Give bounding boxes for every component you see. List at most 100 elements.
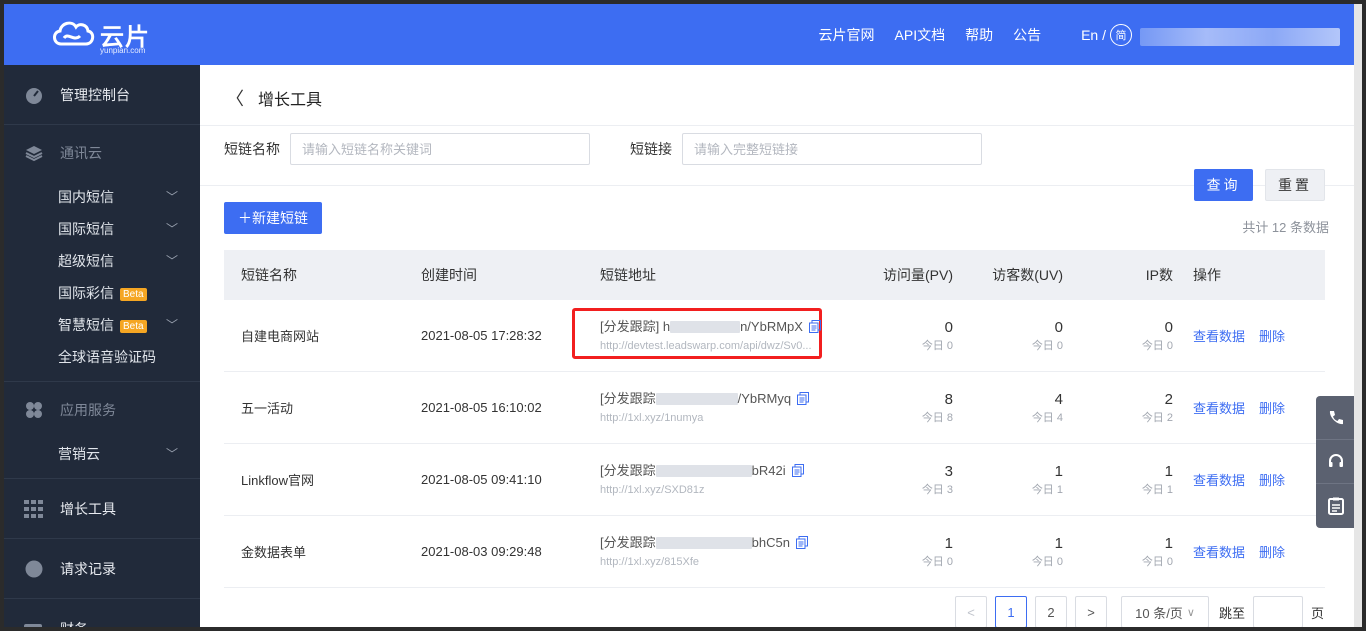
link-name: 五一活动 — [241, 401, 294, 416]
sidebar-label: 增长工具 — [60, 500, 116, 517]
delete-link[interactable]: 删除 — [1259, 401, 1285, 416]
col-url: 短链地址 — [600, 267, 656, 283]
link-name: Linkflow官网 — [241, 473, 314, 488]
record-icon — [24, 559, 44, 579]
sidebar-group-app: 应用服务 营销云 ﹀ — [4, 382, 200, 479]
destination-url[interactable]: http://1xl.xyz/SXD81z — [600, 481, 839, 499]
pv-today: 今日 0 — [921, 339, 953, 352]
jump-page-input[interactable] — [1253, 596, 1304, 627]
uv-cell: 4 今日 4 — [953, 390, 1063, 426]
back-arrow-icon[interactable]: 〈 — [226, 85, 244, 111]
sidebar-item-intl-mms[interactable]: 国际彩信 Beta — [4, 277, 200, 309]
created-time: 2021-08-03 09:29:48 — [421, 544, 542, 559]
op-cell: 查看数据 删除 — [1173, 326, 1325, 345]
headset-icon[interactable] — [1316, 440, 1356, 484]
uv-cell: 1 今日 0 — [953, 534, 1063, 570]
sidebar-group-comm: 通讯云 国内短信 ﹀ 国际短信 ﹀ 超级短信 ﹀ 国际彩信 Beta 智慧短信 Beta ﹀… — [4, 125, 200, 382]
ip-today: 今日 0 — [1141, 555, 1173, 568]
sidebar-item-finance[interactable]: 财务 — [4, 599, 200, 627]
query-button[interactable]: 查询 — [1194, 169, 1253, 201]
view-data-link[interactable]: 查看数据 — [1193, 473, 1245, 488]
scrollbar[interactable] — [1354, 4, 1362, 627]
ip-today: 今日 0 — [1141, 339, 1173, 352]
view-data-link[interactable]: 查看数据 — [1193, 401, 1245, 416]
uv-cell: 0 今日 0 — [953, 318, 1063, 354]
delete-link[interactable]: 删除 — [1259, 329, 1285, 344]
clipboard-icon[interactable] — [1316, 484, 1356, 528]
reset-button[interactable]: 重置 — [1265, 169, 1325, 201]
copy-icon[interactable] — [795, 536, 808, 549]
col-pv: 访问量(PV) — [883, 267, 953, 283]
copy-icon[interactable] — [797, 392, 810, 405]
pv-value: 3 — [944, 462, 953, 480]
sidebar-item-console[interactable]: 管理控制台 — [4, 65, 200, 125]
copy-icon[interactable] — [808, 320, 821, 333]
ip-value: 0 — [1164, 318, 1173, 336]
nav-api-docs[interactable]: API文档 — [895, 25, 946, 45]
delete-link[interactable]: 删除 — [1259, 473, 1285, 488]
ip-value: 1 — [1164, 462, 1173, 480]
short-link-table: 短链名称 创建时间 短链地址 访问量(PV) 访客数(UV) IP数 操作 自建… — [224, 250, 1325, 588]
pv-cell: 0 今日 0 — [839, 318, 953, 354]
uv-today: 今日 0 — [1031, 339, 1063, 352]
nav-announcement[interactable]: 公告 — [1013, 25, 1041, 45]
col-op: 操作 — [1193, 267, 1221, 283]
cloud-logo-icon — [53, 21, 95, 46]
chevron-down-icon: ﹀ — [165, 318, 178, 332]
lang-en[interactable]: En / — [1081, 27, 1106, 43]
prev-page-button[interactable]: < — [955, 596, 987, 627]
sidebar-item-comm-cloud[interactable]: 通讯云 — [4, 125, 200, 181]
lang-zh[interactable]: 简 — [1110, 23, 1132, 46]
destination-url[interactable]: http://1xl.xyz/815Xfe — [600, 553, 839, 571]
sidebar-item-voice-code[interactable]: 全球语音验证码 — [4, 341, 200, 373]
sidebar-item-super-sms[interactable]: 超级短信 ﹀ — [4, 245, 200, 277]
pv-today: 今日 3 — [921, 483, 953, 496]
link-name-input[interactable] — [290, 133, 590, 165]
sidebar-item-domestic-sms[interactable]: 国内短信 ﹀ — [4, 181, 200, 213]
pv-cell: 8 今日 8 — [839, 390, 953, 426]
sidebar-label: 国际短信 — [58, 221, 114, 237]
destination-url[interactable]: http://1xl.xyz/1numya — [600, 409, 839, 427]
language-switch[interactable]: En / 简 — [1061, 23, 1132, 46]
page-2-button[interactable]: 2 — [1035, 596, 1067, 627]
sidebar-label: 应用服务 — [60, 402, 116, 418]
short-url: [分发跟踪/YbRMyq — [600, 389, 839, 409]
sidebar-label: 营销云 — [58, 446, 100, 462]
sidebar-label: 国际彩信 — [58, 285, 114, 301]
pv-value: 0 — [944, 318, 953, 336]
nav-help[interactable]: 帮助 — [965, 25, 993, 45]
copy-icon[interactable] — [791, 464, 804, 477]
app-grid-icon — [24, 400, 44, 420]
logo[interactable]: 云片 yunpian.com — [48, 14, 150, 55]
page-1-button[interactable]: 1 — [995, 596, 1027, 627]
user-account-blurred[interactable] — [1140, 28, 1340, 46]
new-short-link-button[interactable]: ＋新建短链 — [224, 202, 322, 234]
next-page-button[interactable]: > — [1075, 596, 1107, 627]
sidebar-item-intl-sms[interactable]: 国际短信 ﹀ — [4, 213, 200, 245]
delete-link[interactable]: 删除 — [1259, 545, 1285, 560]
beta-badge: Beta — [120, 288, 147, 301]
view-data-link[interactable]: 查看数据 — [1193, 329, 1245, 344]
sidebar-item-marketing-cloud[interactable]: 营销云 ﹀ — [4, 438, 200, 470]
nav-official-site[interactable]: 云片官网 — [819, 25, 875, 45]
short-link-input[interactable] — [682, 133, 982, 165]
sidebar-item-request-log[interactable]: 请求记录 — [4, 539, 200, 599]
op-cell: 查看数据 删除 — [1173, 470, 1325, 489]
sidebar-label: 国内短信 — [58, 189, 114, 205]
ip-cell: 1 今日 1 — [1063, 462, 1173, 498]
phone-icon[interactable] — [1316, 396, 1356, 440]
created-time: 2021-08-05 16:10:02 — [421, 400, 542, 415]
page-size-select[interactable]: 10 条/页 ∨ — [1121, 596, 1209, 627]
link-address: [分发跟踪/YbRMyq http://1xl.xyz/1numya — [584, 389, 839, 427]
table-row: 五一活动 2021-08-05 16:10:02 [分发跟踪/YbRMyq ht… — [224, 372, 1325, 444]
blurred-text — [655, 464, 752, 477]
sidebar-item-app-service[interactable]: 应用服务 — [4, 382, 200, 438]
uv-today: 今日 0 — [1031, 555, 1063, 568]
sidebar-item-growth-tools[interactable]: 增长工具 — [4, 479, 200, 539]
col-time: 创建时间 — [421, 267, 477, 283]
sidebar-item-smart-sms[interactable]: 智慧短信 Beta ﹀ — [4, 309, 200, 341]
view-data-link[interactable]: 查看数据 — [1193, 545, 1245, 560]
ip-cell: 0 今日 0 — [1063, 318, 1173, 354]
url-suffix: /YbRMyq — [737, 390, 792, 406]
beta-badge: Beta — [120, 320, 147, 333]
